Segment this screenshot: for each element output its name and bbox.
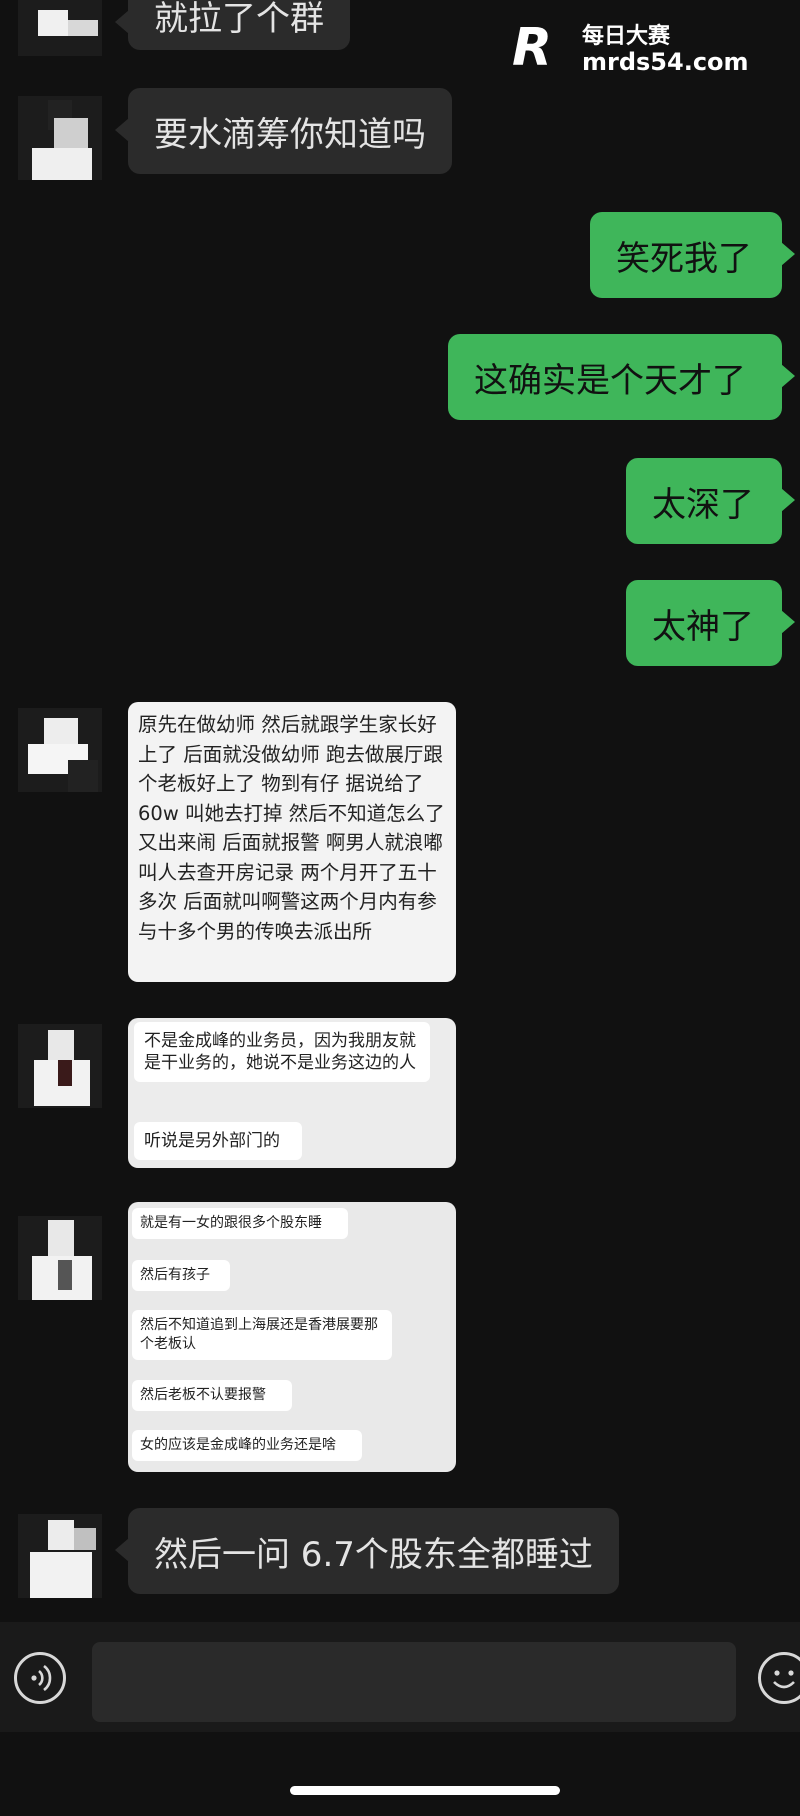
outgoing-message-bubble[interactable]: 这确实是个天才了 (448, 334, 795, 420)
message-text: 要水滴筹你知道吗 (154, 114, 426, 155)
screenshot-mini-bubble: 然后有孩子 (132, 1260, 230, 1291)
screenshot-mini-bubble: 然后老板不认要报警 (132, 1380, 292, 1411)
screenshot-image-message[interactable]: 就是有一女的跟很多个股东睡 然后有孩子 然后不知道追到上海展还是香港展要那个老板… (128, 1202, 456, 1472)
screenshot-text: 原先在做幼师 然后就跟学生家长好上了 后面就没做幼师 跑去做展厅跟个老板好上了 … (138, 713, 445, 943)
message-text: 太神了 (652, 606, 754, 647)
message-text: 太深了 (652, 484, 754, 525)
home-indicator[interactable] (290, 1786, 560, 1795)
message-bubble[interactable]: 就拉了个群 (115, 0, 350, 50)
screenshot-image-message[interactable]: 原先在做幼师 然后就跟学生家长好上了 后面就没做幼师 跑去做展厅跟个老板好上了 … (128, 702, 456, 982)
watermark-url: mrds54.com (582, 48, 749, 76)
avatar[interactable] (18, 1216, 102, 1300)
screenshot-image-message[interactable]: 不是金成峰的业务员，因为我朋友就是干业务的，她说不是业务这边的人 听说是另外部门… (128, 1018, 456, 1168)
avatar[interactable] (18, 1514, 102, 1598)
watermark-logo: R (512, 18, 553, 78)
message-text: 然后一问 6.7个股东全都睡过 (154, 1534, 593, 1575)
watermark-title: 每日大赛 (582, 24, 671, 49)
voice-icon[interactable] (14, 1652, 66, 1704)
message-input[interactable] (92, 1642, 736, 1722)
avatar[interactable] (18, 0, 102, 56)
message-text: 这确实是个天才了 (474, 360, 746, 401)
outgoing-message-bubble[interactable]: 太神了 (626, 580, 795, 666)
watermark: R 每日大赛 mrds54.com (512, 14, 782, 84)
outgoing-message-bubble[interactable]: 笑死我了 (590, 212, 795, 298)
screenshot-mini-bubble: 女的应该是金成峰的业务还是啥 (132, 1430, 362, 1461)
screenshot-mini-bubble: 就是有一女的跟很多个股东睡 (132, 1208, 348, 1239)
message-bubble[interactable]: 要水滴筹你知道吗 (115, 88, 452, 174)
screenshot-mini-bubble: 然后不知道追到上海展还是香港展要那个老板认 (132, 1310, 392, 1360)
screenshot-mini-bubble: 听说是另外部门的 (134, 1122, 302, 1160)
message-text: 就拉了个群 (154, 0, 324, 39)
emoji-icon[interactable] (758, 1652, 800, 1704)
outgoing-message-bubble[interactable]: 太深了 (626, 458, 795, 544)
chat-input-bar (0, 1622, 800, 1732)
message-text: 笑死我了 (616, 238, 752, 279)
avatar[interactable] (18, 1024, 102, 1108)
avatar[interactable] (18, 96, 102, 180)
avatar[interactable] (18, 708, 102, 792)
message-bubble[interactable]: 然后一问 6.7个股东全都睡过 (115, 1508, 619, 1594)
screenshot-mini-bubble: 不是金成峰的业务员，因为我朋友就是干业务的，她说不是业务这边的人 (134, 1022, 430, 1082)
